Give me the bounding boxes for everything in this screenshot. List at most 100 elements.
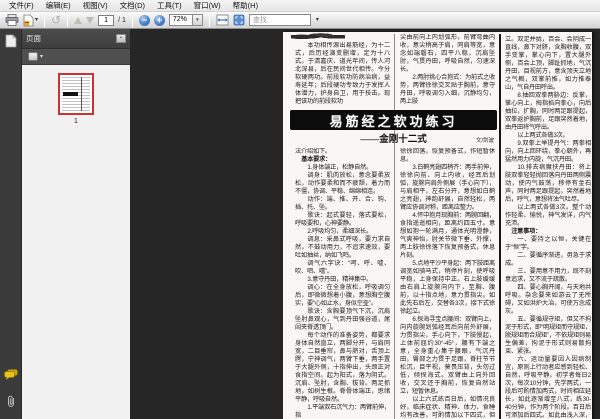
attachments-panel-button[interactable] [6,395,16,413]
paragraph: 1.平端双石沉气力：两臂前伸，指 [295,404,390,419]
paragraph: 徐徐回落，恢复预备式，作短暂休息。 [400,148,495,163]
zoom-out-button[interactable]: − [138,13,150,27]
page-number-input[interactable] [98,14,115,26]
paragraph: 二、要循序渐进，毋急于求成。 [505,252,591,267]
paragraph: 六、运动量要因人因病制宜，原则上行动者应感到轻松、自然，呼吸平静。初学者每日2次… [505,356,591,419]
toolbar-separator [208,13,210,27]
paragraph: 立。双足并拢，百会、会阴成一直线，鼻下对脐，含胸收腹，双手变掌，掌心向下，置大腿… [505,36,591,91]
paragraph: 三、要用意不用力，既不刻意追求，又不流于疏散。 [505,268,591,283]
paragraph: 歌诀：起式要轻，落式要松，呼吸要和，心神要静。 [295,212,390,227]
fit-page-icon [233,14,245,26]
comments-panel-button[interactable] [3,367,18,385]
menu-item[interactable]: 帮助(H) [228,0,263,11]
paragraph: 尖由前向上内划弧形，前臂弯曲内收，意尖稍高于肩，同肩等宽，意念如端磐石，四平八稳… [400,34,495,73]
column-1-top: 本功相传源出易筋经，为十二式，后历经演变删增，定为十八式。于清嘉庆、道光年间，传… [295,42,390,109]
paragraph: 调息：采鼻式呼吸，要力求自然，不鼓动用力，不追求速效，要吐如抽丝，纳如飞鸣。 [295,236,390,259]
toolbar-separator [131,13,133,27]
pages-panel-header: 页面 ▪ [22,29,130,49]
toolbar-separator [44,13,46,27]
pages-icon [5,34,16,48]
next-page-button [86,13,95,27]
article-title-banner: 易筋经之软功练习 [290,110,497,130]
zoom-level-select[interactable]: 72% ▾ [168,14,203,26]
column-3: 立。双足并拢，百会、会阴成一直线，鼻下对脐，含胸收腹，双手变掌，掌心向下，置大腿… [505,36,591,419]
paragraph: 9.双拳上举提丹气：两拳相向，向上回环绕，拳心朝外，再猛然用力内旋，气沉丹田。 [505,140,591,163]
create-pdf-button[interactable]: ▾ [23,13,38,27]
zoom-in-button[interactable]: + [153,13,165,27]
page-header-ornament [291,32,345,40]
paperclip-icon [7,395,14,407]
paragraph: 本功相传源出易筋经，为十二式，后历经演变删增，定为十八式。于清嘉庆、道光年间，传… [295,42,390,105]
paragraph: 6.探海寻宝点腰间：双臂向上，向内旋腕划弧经耳后向前外舒展，力贯指尖，手心向下，… [400,316,495,395]
options-caret-icon[interactable]: ▾ [40,53,43,60]
dropdown-caret-icon[interactable]: ▾ [35,17,38,23]
paragraph: 调身：肌肉放松，意念要柔放松，动作要柔和而不疲颓，着力而不僵，协调、平稳、绵绵相… [295,172,390,195]
paragraph: 一、要持之以恒，关键在于“恒”字。 [505,236,591,251]
previous-view-icon: ↺ [51,13,62,27]
paragraph: 动作：端、推、开、合、钩、插、托、坠。 [295,196,390,211]
menu-item[interactable]: 视图(V) [78,0,113,11]
document-canvas: 本功相传源出易筋经，为十二式，后历经演变删增，定为十八式。于清嘉庆、道光年间，传… [130,29,600,419]
article-byline: 文/剑波 [475,138,494,144]
menu-item[interactable]: 窗口(W) [189,0,226,11]
pages-panel-button[interactable] [5,34,17,53]
document-add-icon [23,14,34,26]
column-2-bottom: 徐徐回落，恢复预备式，作短暂休息。 3.白鹤亮翅四梢齐：两手前伸，徐徐向前、向上内… [400,148,495,419]
pages-panel: 页面 ▪ ▾ 1 [22,29,130,419]
paragraph: 4.怀中抱月现胸前：两腕回翻，食指遥遥相向，距离约四五寸。意想如抱一轮满月，通体… [400,212,495,259]
fit-page-button[interactable] [233,13,245,27]
search-dropdown-caret-icon[interactable]: ▾ [316,17,319,23]
article-title: 易筋经之软功练习 [329,113,458,129]
paragraph: 四、要心胸开阔，与天地共呼吸。杂念要来如游云了无所碍，又如洪炉大冶，可使万念成灰… [505,284,591,315]
paragraph: 1.身体端正，松静自然。 [307,164,373,171]
menu-item[interactable]: 编辑(E) [41,0,76,11]
navigation-panel-strip [0,29,22,419]
print-button[interactable] [5,13,19,27]
menu-item[interactable]: 文档(D) [115,0,150,11]
toolbar-separator [67,13,69,27]
zoom-out-icon: − [138,14,150,26]
zoom-dropdown-caret-icon[interactable]: ▾ [192,14,203,26]
column-2-top: 尖由前向上内划弧形，前臂弯曲内收，意尖稍高于肩，同肩等宽，意念如端磐石，四平八稳… [400,34,495,109]
page-down-icon [86,16,95,24]
paragraph: 注意事项： [511,228,542,235]
paragraph: 10.排去病魔扶丹田：将上肢双拳轻轻抛回落向丹田两侧震动，使内气鼓荡，移停有金石… [505,164,591,203]
paragraph: 调气六字诀：“呵、呼、嘘、吹、呬、嘻”。 [295,260,390,275]
previous-page-button [74,13,83,27]
column-divider-thin [394,34,395,419]
paragraph: 以上两式各做3次。整个动作轻柔、愉悦，神气发详，内气充沛。 [505,204,591,227]
pages-panel-title: 页面 [26,34,41,43]
fit-width-icon [216,14,229,26]
paragraph: 调心：在全身放松，呼吸调匀后，即微微想着小腹，意想胸空腹实，要“心如止水，身似空… [295,284,390,307]
paragraph: 2.两肘挑心合抱式：为前式之收势，两臂徐徐交叉贴于胸前，意守丹田，呼吸调匀入细，… [400,74,495,105]
search-input[interactable] [248,14,311,26]
toolbar: ▾ ↺ / 1 − + 72% ▾ [0,12,600,29]
page-thumbnail[interactable] [58,73,94,115]
paragraph: 3.白鹤亮翅四梢齐：两手前伸，徐徐向前、向上内收，经耳后划弧，旋腕向肩外侧展（手… [400,164,495,211]
paragraph: 五、要循规守矩，但又不拘泥于形式，即“明规矩而守规矩，脱规矩而合规矩”，不依规矩… [505,316,591,355]
thumbnails-area: 1 [22,65,130,419]
thumbnail-preview [62,77,90,111]
zoom-level-value: 72% [168,14,193,26]
menubar: 文件(F) 编辑(E) 视图(V) 文档(D) 工具(T) 窗口(W) 帮助(H) [0,0,600,12]
menu-item[interactable]: 文件(F) [4,0,39,11]
paragraph: 8.抽回双拳两胁边：反掌，掌心向上，拇指掐向拳心，向后抽拉，扩胸，同时两足跟提起… [505,92,591,131]
paragraph: 5.点地平沙平身起：两下肢距离调宽如骑马式，稍停片刻，使呼吸平稳，上身保持中正。… [400,260,495,315]
page-up-icon [74,16,83,24]
paragraph: 以上两式各做3次。 [517,132,569,139]
paragraph: 3.意守丹田，精神集中。 [307,276,373,283]
fit-width-button[interactable] [216,13,229,27]
previous-view-button: ↺ [51,13,61,27]
article-subtitle-row: ——金刚十二式 文/剑波 [290,131,497,145]
thumbnails-toolbar: ▾ [22,49,130,65]
menu-item[interactable]: 工具(T) [152,0,187,11]
thumbnail-options-icon[interactable] [28,52,38,61]
panel-menu-button[interactable]: ▪ [116,34,126,43]
paragraph: 以上六式练百日后，如情况良好，临床症状、精神、体力、食睡均有改善，可酌情加以下四… [400,396,495,419]
paragraph: 每个动作的准备姿势，都要求身体自然直立，两脚分开，与肩同宽，二目垂帘，鼻与脐对，… [295,332,390,403]
thumbnail-page-number: 1 [74,118,78,125]
column-1-bottom: 法介绍如下。 基本要求： 1.身体端正，松静自然。 调身：肌肉放松，意念要柔放松，动作… [295,148,390,419]
thumbnail-column-divider [81,77,82,111]
paragraph: 基本要求： [301,156,332,163]
page-total-label: / 1 [118,16,126,24]
